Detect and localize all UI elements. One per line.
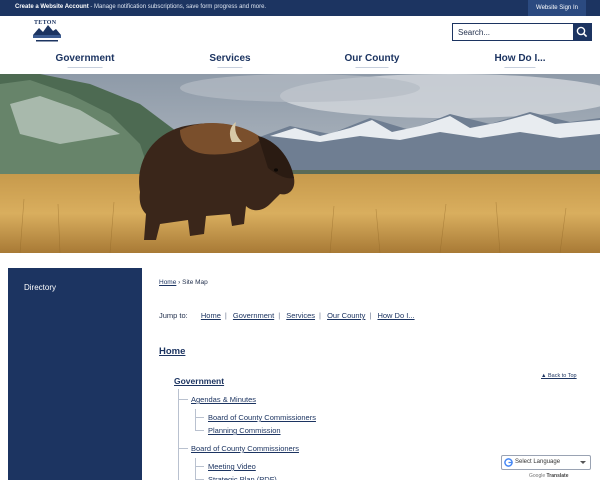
sitemap-government-link[interactable]: Government [174, 376, 224, 386]
sitemap-agendas-minutes-link[interactable]: Agendas & Minutes [191, 395, 256, 404]
sitemap-content: Home › Site Map Jump to: Home | Governmen… [150, 253, 600, 480]
sidebar-item-directory[interactable]: Directory [24, 283, 56, 292]
sidebar-panel: Directory [8, 268, 142, 480]
breadcrumb-current: Site Map [182, 279, 208, 286]
jump-link-how-do-i[interactable]: How Do I... [377, 311, 414, 320]
hero-banner-image [0, 74, 600, 253]
search-input[interactable] [453, 24, 574, 40]
select-language-dropdown[interactable]: Select Language [501, 455, 591, 470]
jump-to-label: Jump to: [159, 311, 188, 320]
jump-separator: | [224, 311, 227, 320]
site-search [452, 23, 592, 41]
create-account-link[interactable]: Create a Website Account [15, 4, 89, 10]
chevron-down-icon [580, 461, 586, 464]
tree-line [195, 466, 204, 467]
sitemap-bocc-agendas-link[interactable]: Board of County Commissioners [208, 413, 316, 422]
jump-link-services[interactable]: Services [286, 311, 315, 320]
tree-line [195, 417, 204, 418]
select-language-label: Select Language [515, 459, 561, 465]
back-to-top-link[interactable]: ▲ Back to Top [541, 373, 577, 379]
jump-separator: | [278, 311, 281, 320]
sitemap-meeting-video-link[interactable]: Meeting Video [208, 462, 256, 471]
jump-separator: | [369, 311, 372, 320]
google-translate-widget: Select Language Google Translate [501, 455, 591, 480]
jump-link-government[interactable]: Government [233, 311, 274, 320]
breadcrumb-separator: › [178, 279, 181, 286]
tree-line [195, 458, 196, 480]
teton-county-logo[interactable]: TETON [32, 19, 62, 45]
jump-separator: | [319, 311, 321, 320]
nav-services[interactable]: Services [209, 53, 251, 68]
nav-our-county[interactable]: Our County [345, 53, 400, 68]
breadcrumb: Home › Site Map [159, 279, 208, 286]
tree-line [178, 389, 179, 480]
sitemap-home-link[interactable]: Home [159, 346, 185, 357]
sitemap-strategic-plan-link[interactable]: Strategic Plan (PDF) [208, 475, 277, 480]
sitemap-board-commissioners-link[interactable]: Board of County Commissioners [191, 444, 299, 453]
create-account-description: - Manage notification subscriptions, sav… [88, 4, 267, 10]
breadcrumb-home-link[interactable]: Home [159, 279, 176, 286]
logo-text: TETON [34, 20, 57, 26]
sitemap-planning-commission-link[interactable]: Planning Commission [208, 426, 281, 435]
nav-government[interactable]: Government [56, 53, 114, 68]
google-word: Google [529, 473, 546, 479]
tree-line [195, 409, 196, 431]
jump-link-our-county[interactable]: Our County [327, 311, 365, 320]
tree-line [178, 399, 188, 400]
nav-how-do-i[interactable]: How Do I... [494, 53, 546, 68]
tree-line [178, 448, 188, 449]
powered-by-google[interactable]: Google Translate [529, 473, 568, 479]
search-icon [576, 26, 588, 38]
top-notification-bar: Create a Website Account - Manage notifi… [0, 0, 600, 16]
website-sign-in-button[interactable]: Website Sign In [528, 0, 586, 16]
search-button[interactable] [573, 24, 591, 40]
site-header: TETON Government Services Our County How… [0, 16, 600, 74]
translate-word: Translate [546, 473, 569, 479]
jump-link-home[interactable]: Home [201, 311, 221, 320]
jump-to-bar: Jump to: Home | Government | Services | Our… [159, 311, 415, 320]
google-g-icon [504, 458, 513, 467]
main-navigation: Government Services Our County How Do I.… [0, 53, 600, 68]
tree-line [195, 430, 204, 431]
create-account-message[interactable]: Create a Website Account - Manage notifi… [15, 4, 266, 10]
